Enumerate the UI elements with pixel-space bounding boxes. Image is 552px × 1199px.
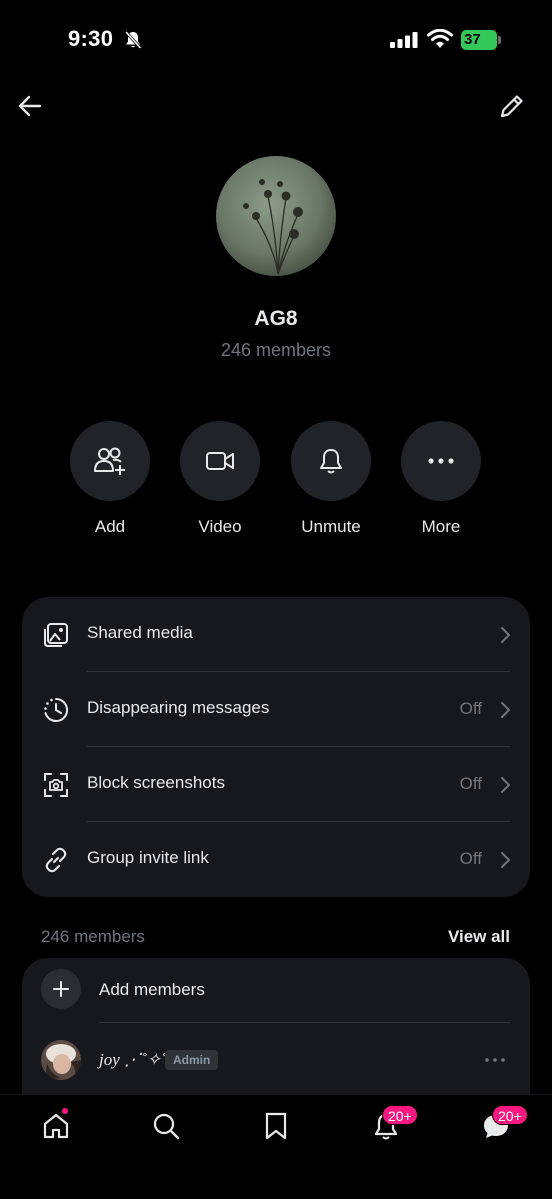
chevron-right-icon (501, 627, 510, 643)
home-icon[interactable] (41, 1111, 71, 1141)
view-all-link[interactable]: View all (448, 927, 510, 947)
group-invite-link-row[interactable]: Group invite link Off (22, 822, 530, 897)
divider (99, 1022, 510, 1023)
chevron-right-icon (501, 852, 510, 868)
group-invite-link-label: Group invite link (87, 848, 209, 867)
group-avatar[interactable] (216, 156, 336, 276)
add-action-label: Add (94, 517, 126, 536)
disappearing-messages-value: Off (459, 699, 482, 718)
status-time: 9:30 (68, 26, 114, 51)
unmute-action-label: Unmute (301, 517, 361, 536)
more-action-label: More (421, 517, 461, 536)
block-screenshots-row[interactable]: Block screenshots Off (22, 747, 530, 822)
bell-off-icon (124, 30, 142, 50)
image-gallery-icon (44, 623, 68, 647)
video-action-button[interactable]: Video (180, 421, 260, 537)
home-notification-dot (61, 1107, 69, 1115)
admin-badge: Admin (165, 1050, 219, 1070)
add-members-label[interactable]: Add members (99, 980, 205, 1000)
more-dots-icon[interactable] (484, 1050, 506, 1070)
pencil-edit-icon[interactable] (498, 92, 526, 120)
video-camera-icon (206, 452, 234, 470)
shared-media-label: Shared media (87, 623, 193, 642)
members-header: 246 members (41, 927, 145, 946)
settings-card: Shared media Disappearing messages Off B… (22, 597, 530, 897)
wifi-icon (427, 29, 453, 48)
block-screenshots-value: Off (459, 774, 482, 793)
disappearing-messages-label: Disappearing messages (87, 698, 270, 717)
group-member-count: 246 members (220, 340, 332, 360)
link-icon (45, 847, 67, 873)
more-action-button[interactable]: More (401, 421, 481, 537)
chevron-right-icon (501, 777, 510, 793)
video-action-label: Video (198, 517, 242, 536)
group-name: AG8 (254, 307, 298, 330)
screenshot-camera-icon (44, 773, 68, 797)
unmute-action-button[interactable]: Unmute (291, 421, 371, 537)
timer-icon (44, 697, 69, 722)
group-invite-link-value: Off (459, 849, 482, 868)
block-screenshots-label: Block screenshots (87, 773, 225, 792)
search-icon[interactable] (151, 1111, 181, 1141)
more-dots-icon (428, 458, 454, 464)
tab-bar: 20+ 20+ (0, 1094, 552, 1199)
back-arrow-icon[interactable] (16, 92, 44, 120)
battery-level: 37 (464, 31, 481, 48)
cellular-signal-icon (390, 32, 418, 48)
shared-media-row[interactable]: Shared media (22, 597, 530, 672)
battery-icon: 37 (461, 30, 501, 50)
notifications-badge: 20+ (382, 1105, 418, 1125)
avatar[interactable] (41, 1040, 81, 1080)
add-people-icon (94, 447, 125, 475)
add-action-button[interactable]: Add (70, 421, 150, 537)
bell-icon (320, 449, 342, 474)
messages-badge: 20+ (492, 1105, 528, 1125)
disappearing-messages-row[interactable]: Disappearing messages Off (22, 672, 530, 747)
add-members-button[interactable] (41, 969, 81, 1009)
chevron-right-icon (501, 702, 510, 718)
bookmark-icon[interactable] (261, 1111, 291, 1141)
plus-icon (53, 981, 69, 997)
status-bar: 9:30 37 (0, 0, 552, 80)
